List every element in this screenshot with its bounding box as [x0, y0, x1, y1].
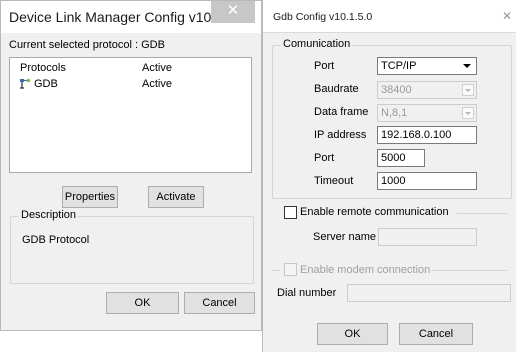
properties-button[interactable]: Properties [62, 186, 118, 208]
window-title: Gdb Config v10.1.5.0 [273, 11, 373, 23]
close-button[interactable]: ✕ [211, 1, 255, 23]
port-type-select[interactable]: TCP/IP [377, 57, 477, 75]
ok-button[interactable]: OK [106, 292, 179, 314]
group-divider [272, 270, 280, 271]
title-bar: Device Link Manager Config v10.... ✕ [1, 1, 261, 33]
gdb-config-window: Gdb Config v10.1.5.0 ✕ Comunication Port… [262, 0, 516, 352]
column-header-active: Active [142, 62, 172, 74]
baudrate-value: 38400 [381, 84, 412, 96]
group-divider [432, 270, 507, 271]
timeout-label: Timeout [314, 175, 354, 187]
current-protocol-label: Current selected protocol : GDB [9, 39, 165, 51]
port-type-value: TCP/IP [381, 60, 417, 72]
communication-group: Comunication Port TCP/IP Baudrate 38400 … [272, 38, 512, 199]
protocol-list[interactable]: Protocols Active GDB Active [9, 57, 252, 173]
ip-address-input[interactable]: 192.168.0.100 [377, 126, 477, 144]
window-client-area: Current selected protocol : GDB Protocol… [1, 33, 261, 330]
dial-number-label: Dial number [277, 287, 337, 299]
description-text: GDB Protocol [22, 234, 90, 246]
chevron-down-icon [463, 64, 471, 68]
baudrate-select[interactable]: 38400 [377, 81, 477, 99]
close-icon: ✕ [226, 2, 240, 19]
device-link-manager-window: Device Link Manager Config v10.... ✕ Cur… [0, 0, 262, 331]
data-frame-select[interactable]: N,8,1 [377, 104, 477, 122]
plug-icon [18, 77, 32, 93]
description-group: Description GDB Protocol [10, 209, 254, 284]
title-bar: Gdb Config v10.1.5.0 ✕ [263, 0, 516, 32]
enable-modem-checkbox[interactable] [284, 263, 297, 276]
protocol-name: GDB [34, 78, 58, 90]
column-header-protocols: Protocols [20, 62, 66, 74]
description-group-title: Description [19, 209, 79, 221]
dial-number-input[interactable] [347, 284, 511, 302]
port-number-label: Port [314, 152, 335, 164]
data-frame-label: Data frame [314, 106, 369, 118]
protocol-active-status: Active [142, 78, 172, 90]
window-title: Device Link Manager Config v10.... [9, 9, 227, 25]
window-client-area: Comunication Port TCP/IP Baudrate 38400 … [263, 32, 516, 352]
baudrate-label: Baudrate [314, 83, 359, 95]
port-type-label: Port [314, 60, 335, 72]
cancel-button[interactable]: Cancel [184, 292, 255, 314]
close-icon[interactable]: ✕ [502, 9, 512, 23]
ok-button[interactable]: OK [317, 323, 388, 345]
server-name-label: Server name [313, 231, 376, 243]
list-item[interactable]: GDB Active [10, 76, 251, 92]
chevron-down-icon [462, 107, 474, 119]
activate-button[interactable]: Activate [148, 186, 204, 208]
ip-address-label: IP address [314, 129, 367, 141]
timeout-input[interactable]: 1000 [377, 172, 477, 190]
data-frame-value: N,8,1 [381, 107, 408, 119]
communication-group-title: Comunication [281, 38, 353, 50]
cancel-button[interactable]: Cancel [399, 323, 473, 345]
enable-remote-checkbox[interactable] [284, 206, 297, 219]
group-divider [457, 213, 507, 214]
enable-modem-label[interactable]: Enable modem connection [300, 264, 430, 276]
port-number-input[interactable]: 5000 [377, 149, 425, 167]
server-name-input[interactable] [378, 228, 477, 246]
enable-remote-label[interactable]: Enable remote communication [300, 206, 449, 218]
chevron-down-icon [462, 84, 474, 96]
